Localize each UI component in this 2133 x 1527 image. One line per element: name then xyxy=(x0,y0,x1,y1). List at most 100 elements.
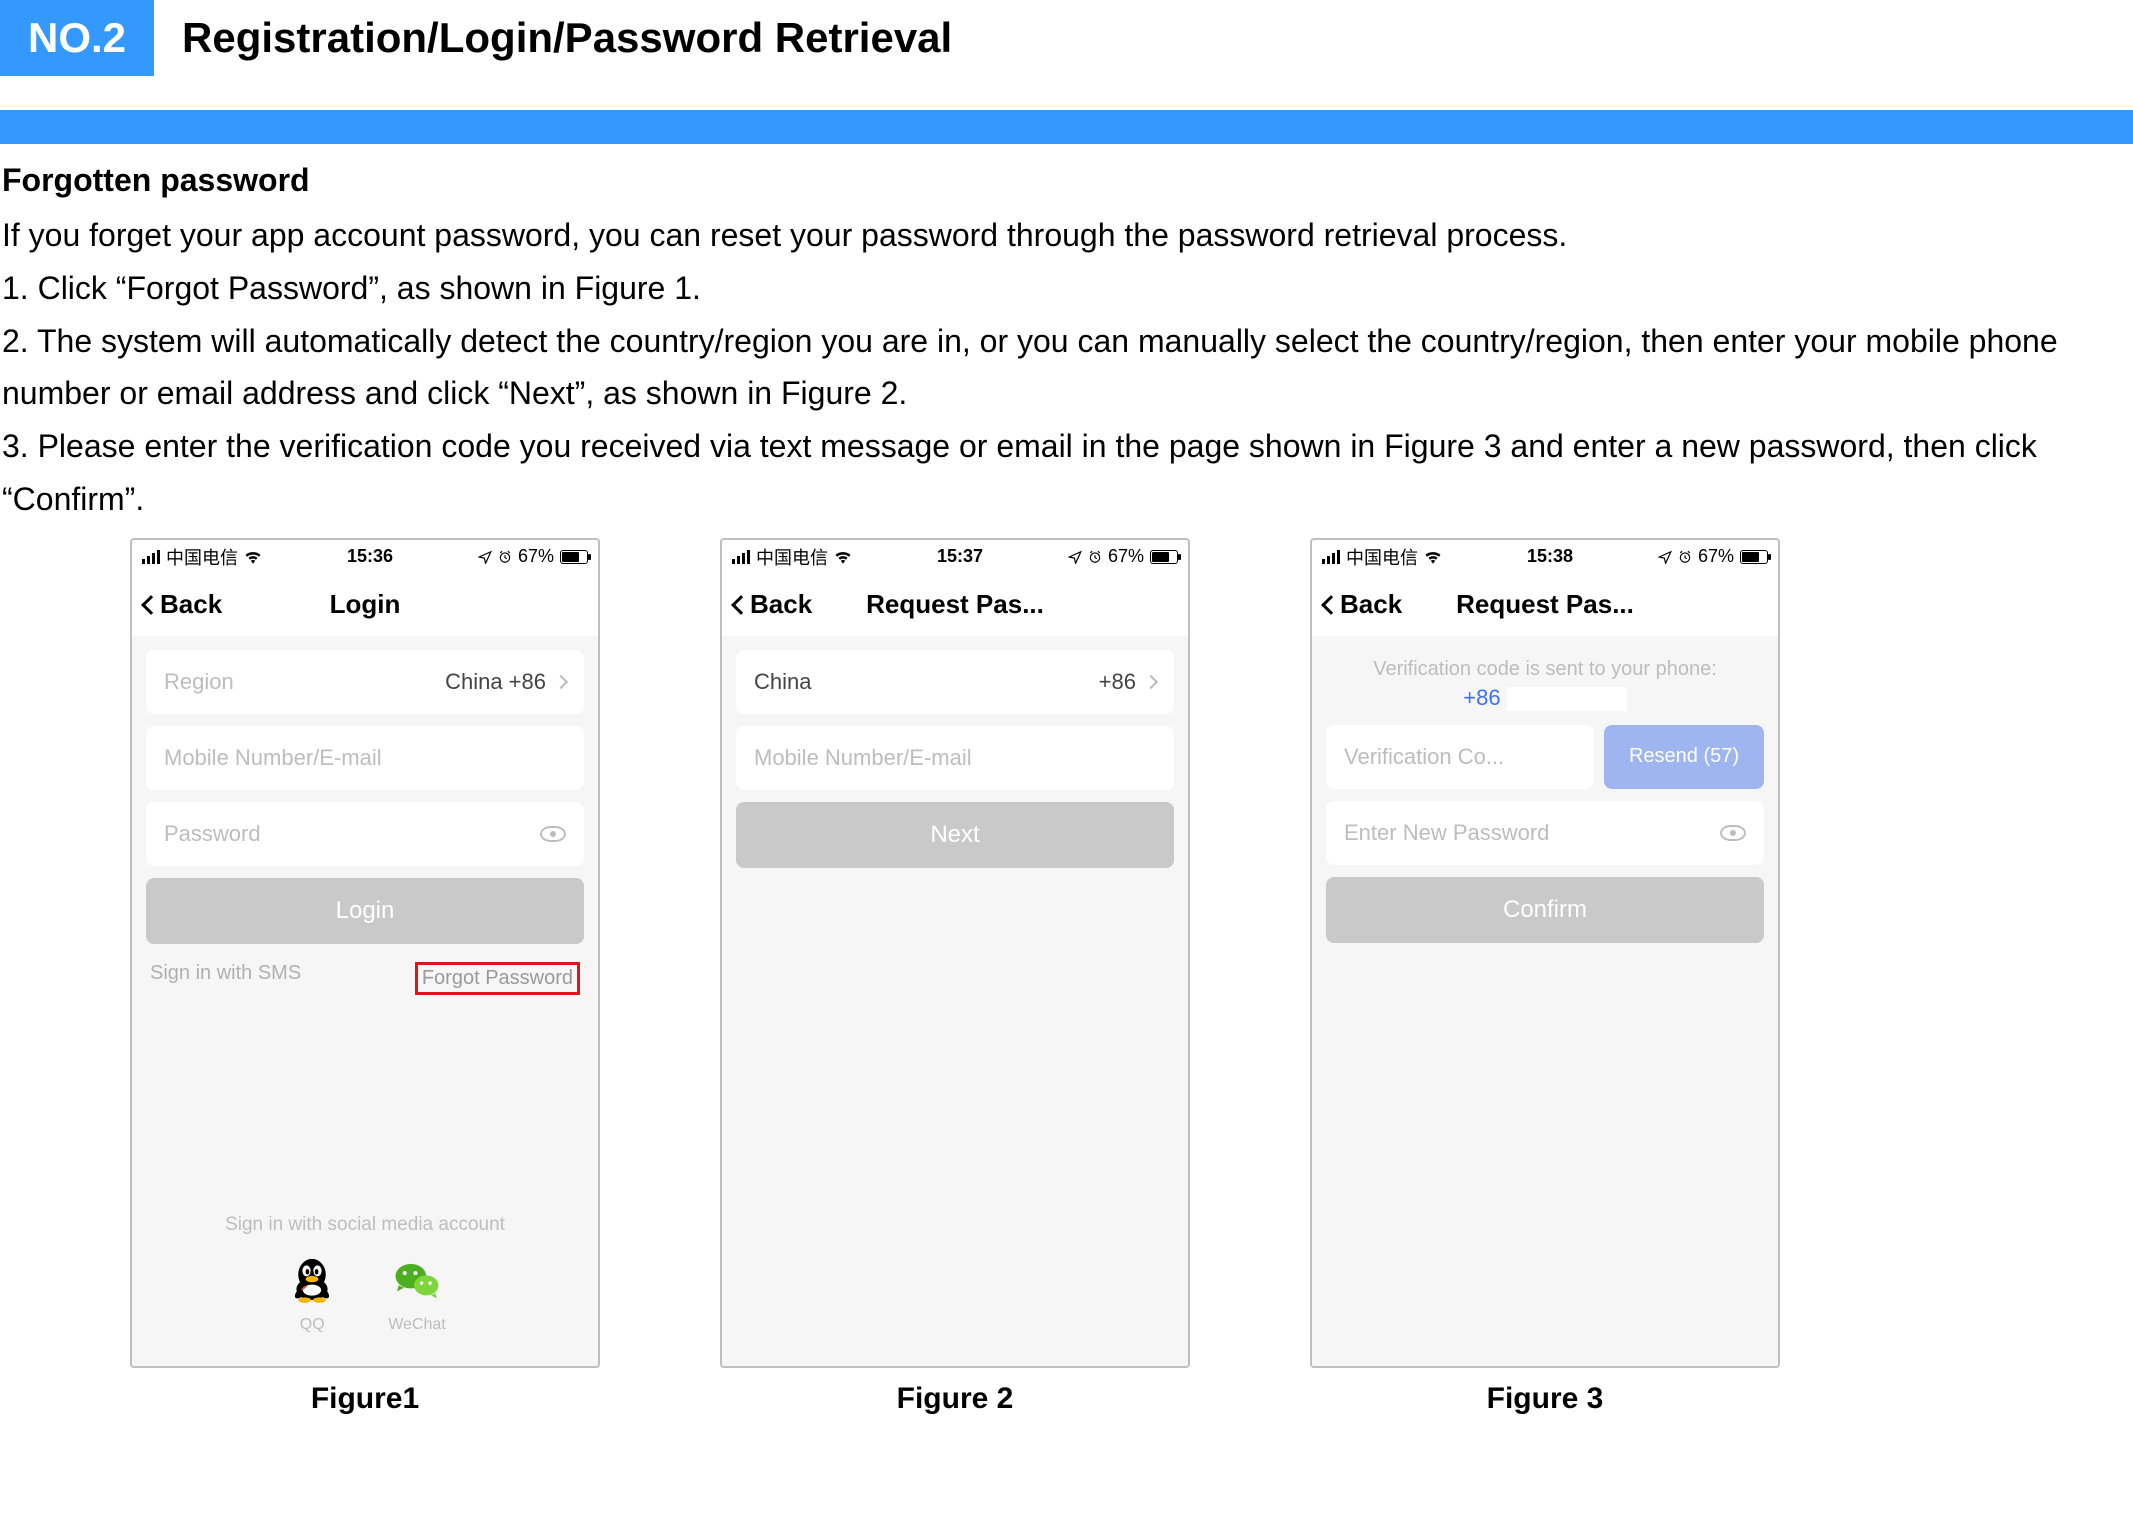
phone-figure-2: 中国电信 15:37 67% Back Request Pas... xyxy=(720,538,1190,1368)
carrier-label: 中国电信 xyxy=(1346,544,1418,570)
step-2: 2. The system will automatically detect … xyxy=(2,315,2131,421)
section-header: NO.2 Registration/Login/Password Retriev… xyxy=(0,0,2133,84)
wifi-icon xyxy=(834,550,852,564)
new-password-field[interactable]: Enter New Password xyxy=(1326,801,1764,865)
status-bar: 中国电信 15:38 67% xyxy=(1312,540,1778,574)
figures-row: 中国电信 15:36 67% Back Login xyxy=(0,526,2133,1416)
next-label: Next xyxy=(930,821,979,849)
nav-title: Request Pas... xyxy=(1456,589,1634,620)
location-icon xyxy=(1658,550,1672,564)
paragraph-intro: If you forget your app account password,… xyxy=(2,209,2131,262)
signal-icon xyxy=(732,550,750,564)
confirm-label: Confirm xyxy=(1503,896,1587,924)
chevron-right-icon xyxy=(554,675,568,689)
battery-icon xyxy=(560,550,588,564)
sent-number: +86 xyxy=(1326,685,1764,711)
mobile-placeholder: Mobile Number/E-mail xyxy=(754,745,972,771)
sent-message: Verification code is sent to your phone: xyxy=(1326,658,1764,681)
status-time: 15:37 xyxy=(937,546,983,567)
step-3: 3. Please enter the verification code yo… xyxy=(2,420,2131,526)
mobile-email-field[interactable]: Mobile Number/E-mail xyxy=(736,726,1174,790)
qq-label: QQ xyxy=(300,1316,325,1334)
figure-3-column: 中国电信 15:38 67% Back Request Pas... xyxy=(1310,538,1780,1416)
nav-bar: Back Request Pas... xyxy=(1312,574,1778,636)
chevron-right-icon xyxy=(1144,675,1158,689)
figure-1-caption: Figure1 xyxy=(311,1382,419,1416)
country-name: China xyxy=(754,669,811,695)
battery-percent: 67% xyxy=(1108,546,1144,567)
signal-icon xyxy=(142,550,160,564)
confirm-button[interactable]: Confirm xyxy=(1326,877,1764,943)
phone-figure-3: 中国电信 15:38 67% Back Request Pas... xyxy=(1310,538,1780,1368)
phone-body: China +86 Mobile Number/E-mail Next xyxy=(722,636,1188,1366)
chevron-left-icon xyxy=(1321,595,1341,615)
country-field[interactable]: China +86 xyxy=(736,650,1174,714)
qq-login[interactable]: QQ xyxy=(284,1252,340,1334)
login-button[interactable]: Login xyxy=(146,878,584,944)
nav-title: Request Pas... xyxy=(866,589,1044,620)
password-placeholder: Password xyxy=(164,821,261,847)
status-time: 15:38 xyxy=(1527,546,1573,567)
sent-number-prefix: +86 xyxy=(1463,685,1500,710)
alarm-icon xyxy=(498,550,512,564)
back-label: Back xyxy=(160,589,222,620)
back-button[interactable]: Back xyxy=(734,589,812,620)
social-title: Sign in with social media account xyxy=(146,1214,584,1236)
nav-bar: Back Login xyxy=(132,574,598,636)
back-button[interactable]: Back xyxy=(1324,589,1402,620)
phone-body: Region China +86 Mobile Number/E-mail Pa… xyxy=(132,636,598,1366)
figure-3-caption: Figure 3 xyxy=(1487,1382,1604,1416)
chevron-left-icon xyxy=(731,595,751,615)
chevron-left-icon xyxy=(141,595,161,615)
password-field[interactable]: Password xyxy=(146,802,584,866)
login-label: Login xyxy=(336,897,395,925)
forgot-password-link[interactable]: Forgot Password xyxy=(415,962,580,995)
country-code: +86 xyxy=(1099,669,1136,695)
divider-bar xyxy=(0,110,2133,144)
alarm-icon xyxy=(1678,550,1692,564)
social-section: Sign in with social media account xyxy=(146,1214,584,1352)
section-badge: NO.2 xyxy=(0,0,154,76)
battery-percent: 67% xyxy=(518,546,554,567)
resend-button[interactable]: Resend (57) xyxy=(1604,725,1764,789)
mobile-placeholder: Mobile Number/E-mail xyxy=(164,745,382,771)
signal-icon xyxy=(1322,550,1340,564)
verification-code-field[interactable]: Verification Co... xyxy=(1326,725,1594,789)
carrier-label: 中国电信 xyxy=(756,544,828,570)
region-field[interactable]: Region China +86 xyxy=(146,650,584,714)
sms-signin-link[interactable]: Sign in with SMS xyxy=(150,962,301,995)
content-block: Forgotten password If you forget your ap… xyxy=(0,144,2133,526)
region-value: China +86 xyxy=(445,669,546,695)
qq-icon xyxy=(284,1252,340,1308)
next-button[interactable]: Next xyxy=(736,802,1174,868)
location-icon xyxy=(1068,550,1082,564)
wechat-login[interactable]: WeChat xyxy=(388,1252,446,1334)
status-time: 15:36 xyxy=(347,546,393,567)
battery-icon xyxy=(1740,550,1768,564)
wifi-icon xyxy=(244,550,262,564)
status-bar: 中国电信 15:36 67% xyxy=(132,540,598,574)
back-label: Back xyxy=(1340,589,1402,620)
nav-bar: Back Request Pas... xyxy=(722,574,1188,636)
verification-row: Verification Co... Resend (57) xyxy=(1326,725,1764,789)
phone-figure-1: 中国电信 15:36 67% Back Login xyxy=(130,538,600,1368)
figure-2-column: 中国电信 15:37 67% Back Request Pas... xyxy=(720,538,1190,1416)
figure-1-column: 中国电信 15:36 67% Back Login xyxy=(130,538,600,1416)
eye-icon[interactable] xyxy=(1720,825,1746,841)
region-label: Region xyxy=(164,669,234,695)
step-1: 1. Click “Forgot Password”, as shown in … xyxy=(2,262,2131,315)
nav-title: Login xyxy=(330,589,401,620)
location-icon xyxy=(478,550,492,564)
battery-percent: 67% xyxy=(1698,546,1734,567)
mobile-email-field[interactable]: Mobile Number/E-mail xyxy=(146,726,584,790)
back-button[interactable]: Back xyxy=(144,589,222,620)
eye-icon[interactable] xyxy=(540,826,566,842)
battery-icon xyxy=(1150,550,1178,564)
alarm-icon xyxy=(1088,550,1102,564)
phone-body: Verification code is sent to your phone:… xyxy=(1312,636,1778,1366)
resend-label: Resend (57) xyxy=(1629,745,1739,768)
section-title: Registration/Login/Password Retrieval xyxy=(182,14,952,62)
subheading: Forgotten password xyxy=(2,162,2131,199)
wechat-label: WeChat xyxy=(388,1316,446,1334)
new-password-placeholder: Enter New Password xyxy=(1344,820,1549,846)
